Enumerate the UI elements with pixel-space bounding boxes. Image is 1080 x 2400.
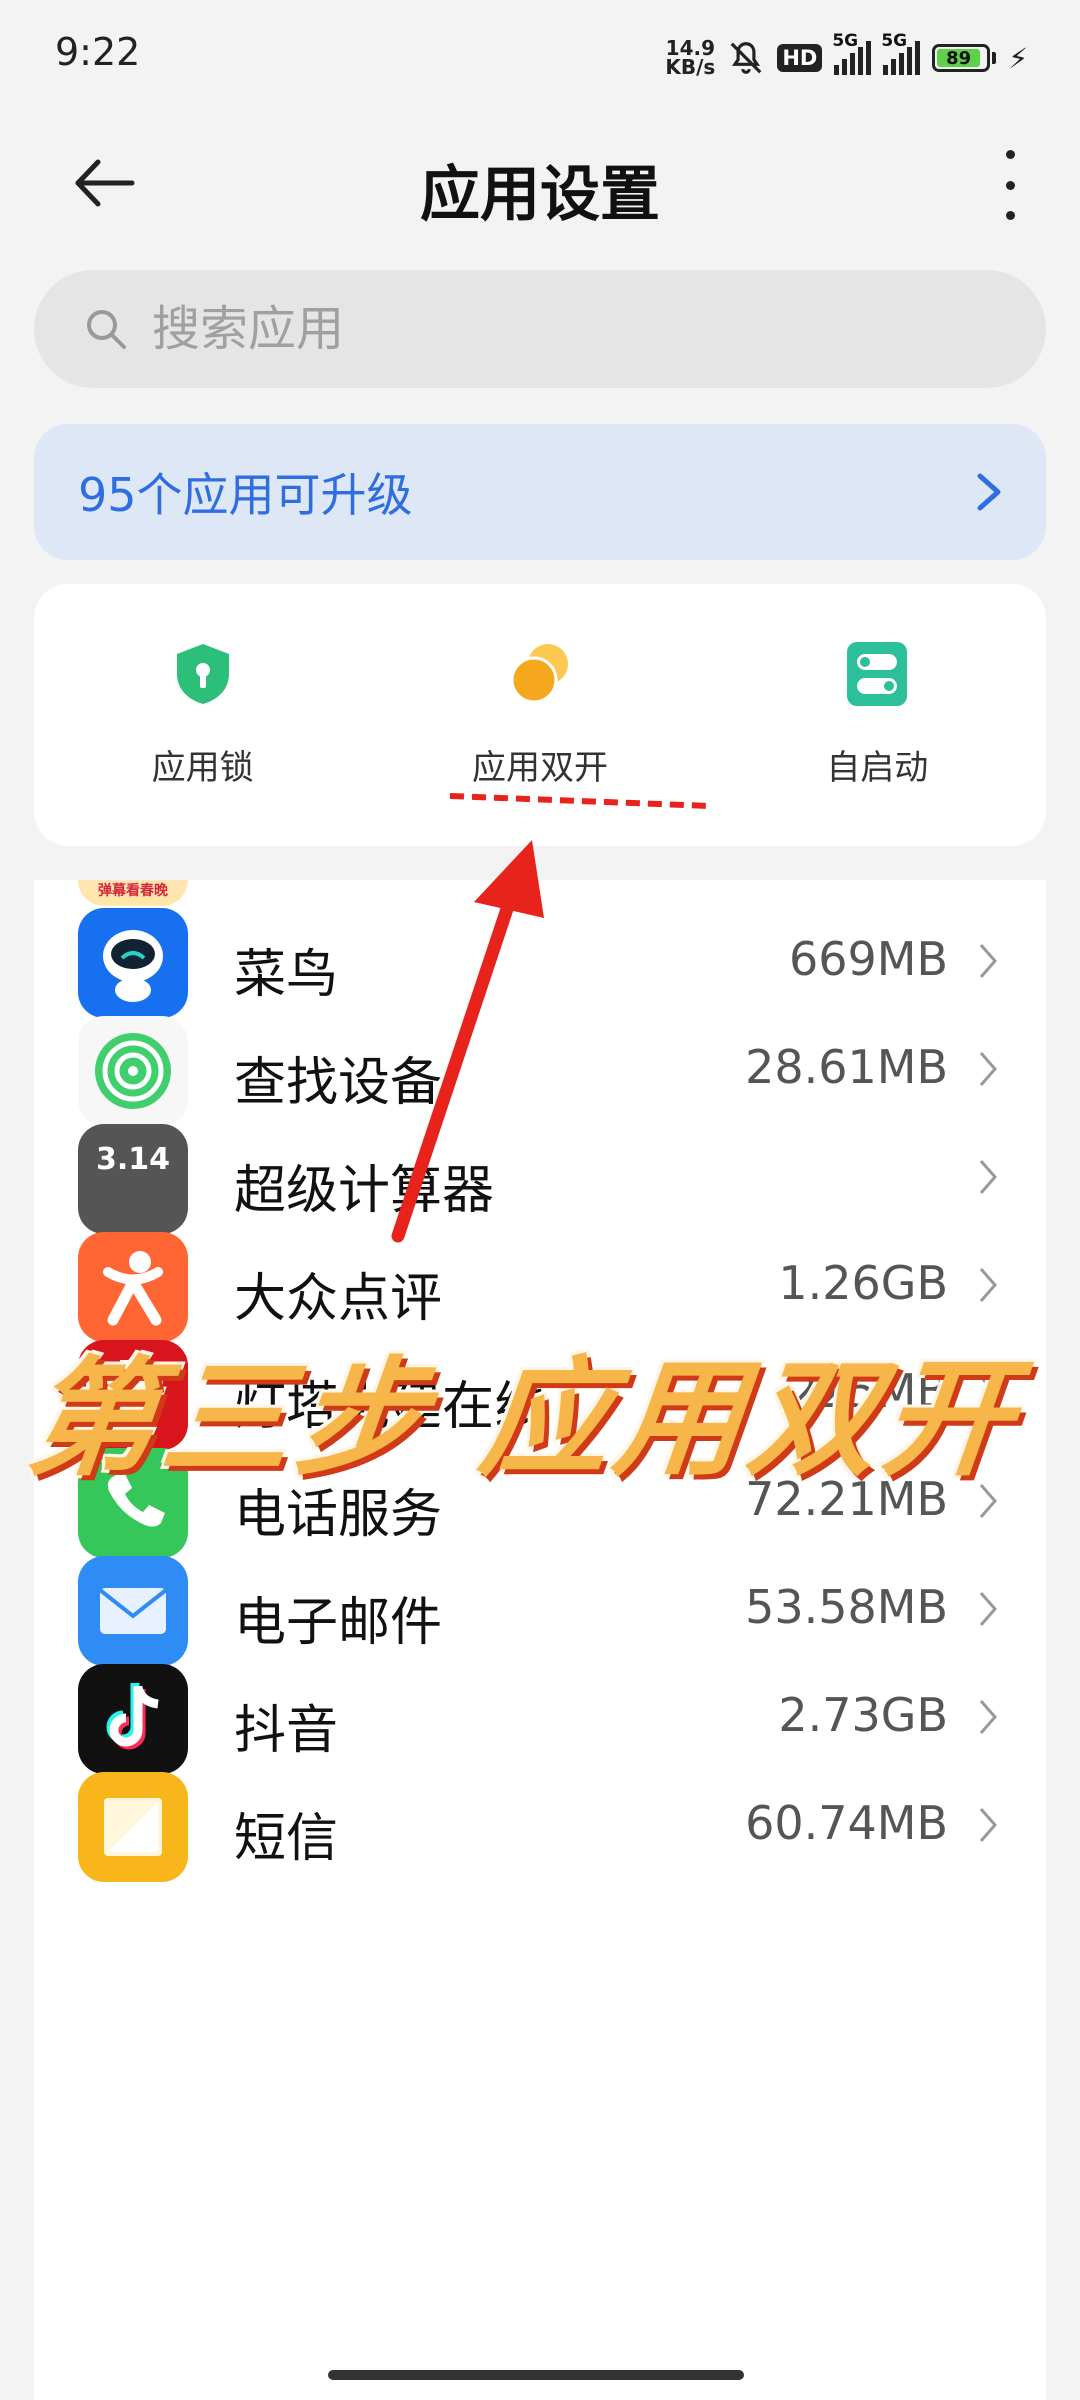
list-item[interactable]: 短信 60.74MB	[34, 1746, 1046, 1911]
search-bar[interactable]	[34, 270, 1046, 388]
upgrade-banner-text: 95个应用可升级	[78, 468, 413, 522]
quick-actions-card: 应用锁 应用双开 自启动	[34, 584, 1046, 846]
battery-level: 89	[937, 49, 981, 69]
autostart-toggle-icon	[847, 642, 908, 706]
app-size: 669MB	[788, 932, 948, 986]
app-size: 53.58MB	[745, 1580, 948, 1634]
signal-icon-sim2: 5G	[881, 31, 921, 75]
network-speed-unit: KB/s	[665, 55, 716, 79]
shield-lock-icon	[176, 644, 229, 704]
chevron-right-icon	[979, 1268, 997, 1302]
bell-muted-icon	[730, 42, 762, 74]
charging-icon: ⚡	[1008, 41, 1028, 75]
search-icon	[87, 310, 126, 349]
app-size: 1.26GB	[778, 1256, 948, 1310]
hd-voice-icon: HD	[777, 44, 823, 72]
chevron-right-icon	[979, 1700, 997, 1734]
status-time: 9:22	[55, 30, 141, 74]
sms-icon	[78, 1772, 188, 1882]
app-lock-label: 应用锁	[151, 748, 254, 788]
sim2-network-type: 5G	[881, 31, 908, 51]
search-input[interactable]	[150, 300, 954, 358]
signal-icon-sim1: 5G	[832, 31, 872, 75]
status-bar: 9:22 14.9 KB/s HD 5G 5G 89 ⚡	[0, 0, 1080, 120]
autostart-action[interactable]: 自启动	[709, 584, 1046, 846]
app-size: 2.73GB	[778, 1688, 948, 1742]
sim1-network-type: 5G	[832, 31, 859, 51]
app-size: 60.74MB	[745, 1796, 948, 1850]
app-upgrade-banner[interactable]: 95个应用可升级	[34, 424, 1046, 560]
home-indicator[interactable]	[328, 2370, 744, 2380]
app-name: 短信	[234, 1809, 339, 1869]
status-icons: 14.9 KB/s HD 5G 5G 89 ⚡	[665, 31, 1028, 80]
app-list: 弹幕看春晚 菜鸟 669MB 查找设备 28.61MB 3.14 超级计算器 大…	[34, 880, 1046, 2400]
svg-text:3.14: 3.14	[96, 1142, 170, 1177]
chevron-right-icon	[979, 1052, 997, 1086]
dual-apps-label: 应用双开	[471, 748, 608, 788]
network-speed: 14.9 KB/s	[665, 38, 716, 79]
autostart-label: 自启动	[826, 748, 929, 788]
page-title: 应用设置	[420, 160, 660, 230]
chevron-right-icon	[979, 1160, 997, 1194]
chevron-right-icon	[979, 1808, 997, 1842]
chevron-right-icon	[977, 473, 1001, 511]
more-options-icon[interactable]	[995, 150, 1025, 220]
chevron-right-icon	[979, 1592, 997, 1626]
dual-app-icon	[510, 644, 568, 704]
battery-icon: 89	[932, 44, 997, 72]
app-lock-action[interactable]: 应用锁	[34, 584, 371, 846]
tutorial-caption: 第三步 应用双开	[20, 1345, 1026, 1494]
chevron-right-icon	[979, 944, 997, 978]
top-app-bar: 应用设置	[0, 120, 1080, 240]
app-size: 28.61MB	[745, 1040, 948, 1094]
dual-apps-action[interactable]: 应用双开	[371, 584, 708, 846]
